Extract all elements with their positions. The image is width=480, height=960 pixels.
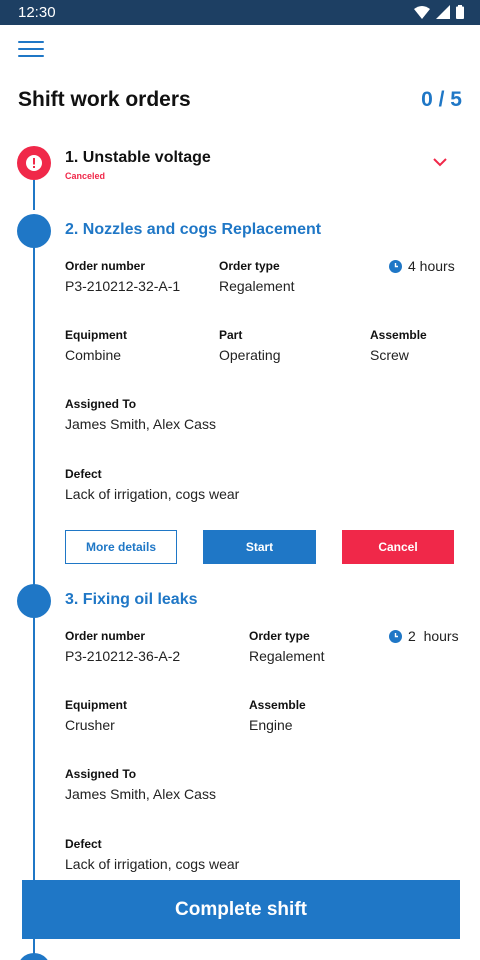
- clock-icon: [389, 259, 402, 273]
- defect-value: Lack of irrigation, cogs wear: [65, 486, 240, 502]
- battery-icon: [456, 5, 464, 19]
- order-number-label: Order number: [65, 629, 146, 643]
- order-number-label: Order number: [65, 259, 146, 273]
- timeline-line: [33, 180, 35, 210]
- order-title[interactable]: 2. Nozzles and cogs Replacement: [65, 221, 321, 239]
- order-number-value: P3-210212-36-A-2: [65, 648, 181, 664]
- status-bar: 12:30: [0, 0, 480, 25]
- order-title[interactable]: 3. Fixing oil leaks: [65, 591, 198, 609]
- defect-label: Defect: [65, 467, 102, 481]
- equipment-value: Combine: [65, 347, 122, 363]
- defect-label: Defect: [65, 837, 102, 851]
- assigned-label: Assigned To: [65, 397, 137, 411]
- assemble-label: Assemble: [370, 328, 427, 342]
- duration: 2 hours: [389, 628, 459, 644]
- assigned-value: James Smith, Alex Cass: [65, 416, 216, 432]
- start-button[interactable]: Start: [203, 530, 316, 564]
- assemble-label: Assemble: [249, 698, 306, 712]
- timeline-line: [33, 246, 35, 586]
- page-title: Shift work orders: [18, 88, 191, 111]
- part-value: Operating: [219, 347, 281, 363]
- order-type-value: Regalement: [219, 278, 295, 294]
- assemble-value: Engine: [249, 717, 293, 733]
- equipment-value: Crusher: [65, 717, 115, 733]
- status-badge: Canceled: [65, 171, 106, 181]
- hamburger-menu-icon[interactable]: [18, 41, 44, 59]
- timeline-dot: [17, 214, 51, 248]
- assigned-value: James Smith, Alex Cass: [65, 786, 216, 802]
- status-icons: [414, 5, 464, 19]
- equipment-label: Equipment: [65, 328, 127, 342]
- complete-shift-button[interactable]: Complete shift: [22, 880, 460, 939]
- orders-progress: 0 / 5: [421, 88, 462, 111]
- part-label: Part: [219, 328, 243, 342]
- order-title[interactable]: 1. Unstable voltage: [65, 149, 211, 167]
- more-details-button[interactable]: More details: [65, 530, 177, 564]
- defect-value: Lack of irrigation, cogs wear: [65, 856, 240, 872]
- status-time: 12:30: [18, 4, 56, 21]
- assigned-label: Assigned To: [65, 767, 137, 781]
- duration-value: 2 hours: [408, 628, 459, 644]
- order-number-value: P3-210212-32-A-1: [65, 278, 181, 294]
- duration-value: 4 hours: [408, 258, 455, 274]
- signal-icon: [436, 5, 450, 19]
- order-type-label: Order type: [219, 259, 280, 273]
- chevron-down-icon[interactable]: [430, 154, 450, 170]
- duration: 4 hours: [389, 258, 455, 274]
- cancel-button[interactable]: Cancel: [342, 530, 454, 564]
- order-type-label: Order type: [249, 629, 310, 643]
- equipment-label: Equipment: [65, 698, 127, 712]
- alert-status-icon: [17, 146, 51, 180]
- assemble-value: Screw: [370, 347, 409, 363]
- clock-icon: [389, 629, 402, 643]
- wifi-icon: [414, 5, 430, 19]
- timeline-dot: [17, 584, 51, 618]
- order-type-value: Regalement: [249, 648, 325, 664]
- timeline-dot: [17, 953, 51, 960]
